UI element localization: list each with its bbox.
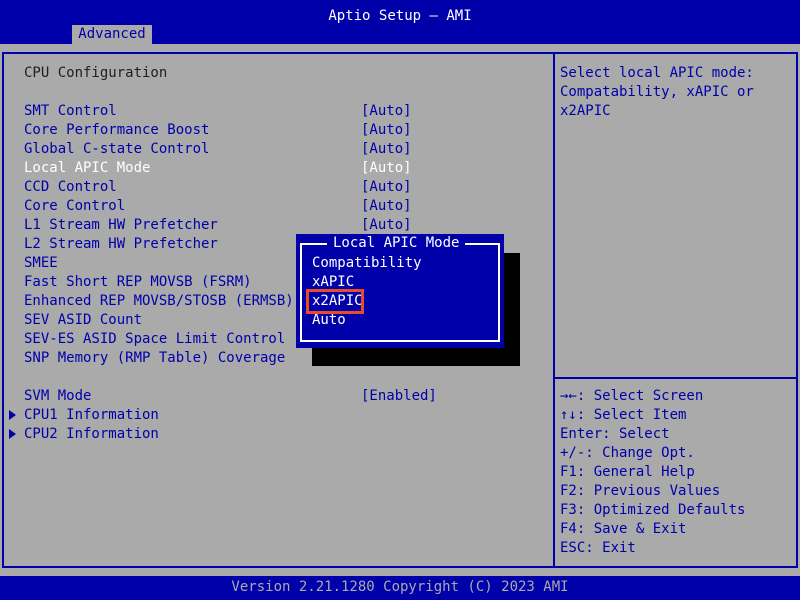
key-help-enter: Enter: Select (560, 426, 670, 442)
popup-title: Local APIC Mode (327, 234, 466, 253)
setting-l2-stream-hw-prefetcher[interactable]: L2 Stream HW Prefetcher (24, 235, 218, 254)
key-help-f1: F1: General Help (560, 464, 695, 480)
help-line: Select local APIC mode: (560, 65, 754, 81)
setting-value[interactable]: [Auto] (361, 140, 412, 159)
app-title: Aptio Setup – AMI (328, 8, 472, 24)
setting-svm-mode[interactable]: SVM Mode (24, 387, 91, 406)
version-copyright-text: Version 2.21.1280 Copyright (C) 2023 AMI (231, 579, 569, 595)
title-bar: Aptio Setup – AMI Advanced (0, 0, 800, 44)
footer-bar: Version 2.21.1280 Copyright (C) 2023 AMI (0, 576, 800, 600)
setting-fsrm[interactable]: Fast Short REP MOVSB (FSRM) (24, 273, 252, 292)
submenu-arrow-icon (9, 410, 16, 420)
setting-core-performance-boost[interactable]: Core Performance Boost (24, 121, 209, 140)
submenu-arrow-icon (9, 429, 16, 439)
help-line: Compatability, xAPIC or (560, 84, 754, 100)
setting-snp-memory-coverage[interactable]: SNP Memory (RMP Table) Coverage (24, 349, 285, 368)
key-help-select-item: ↑↓: Select Item (560, 407, 687, 423)
setting-sev-es-asid-space-limit-control[interactable]: SEV-ES ASID Space Limit Control (24, 330, 285, 349)
setting-value[interactable]: [Auto] (361, 197, 412, 216)
setting-ccd-control[interactable]: CCD Control (24, 178, 117, 197)
submenu-cpu1-information[interactable]: CPU1 Information (24, 406, 159, 425)
submenu-cpu2-information[interactable]: CPU2 Information (24, 425, 159, 444)
setting-l1-stream-hw-prefetcher[interactable]: L1 Stream HW Prefetcher (24, 216, 218, 235)
setting-value[interactable]: [Enabled] (361, 387, 437, 406)
vertical-divider (553, 52, 555, 568)
setting-smee[interactable]: SMEE (24, 254, 58, 273)
setting-smt-control[interactable]: SMT Control (24, 102, 117, 121)
key-help-change-opt: +/-: Change Opt. (560, 445, 695, 461)
key-help-f2: F2: Previous Values (560, 483, 721, 499)
setting-local-apic-mode[interactable]: Local APIC Mode (24, 159, 150, 178)
setting-ermsb[interactable]: Enhanced REP MOVSB/STOSB (ERMSB) (24, 292, 294, 311)
setting-sev-asid-count[interactable]: SEV ASID Count (24, 311, 142, 330)
help-line: x2APIC (560, 103, 611, 119)
setting-value-selected[interactable]: [Auto] (361, 159, 412, 178)
option-compatibility[interactable]: Compatibility (312, 254, 422, 273)
setting-value[interactable]: [Auto] (361, 178, 412, 197)
key-help-f4: F4: Save & Exit (560, 521, 687, 537)
setting-value[interactable]: [Auto] (361, 216, 412, 235)
key-help-f3: F3: Optimized Defaults (560, 502, 746, 518)
section-title: CPU Configuration (24, 65, 168, 81)
setting-core-control[interactable]: Core Control (24, 197, 125, 216)
key-help-select-screen: →←: Select Screen (560, 388, 704, 404)
tab-advanced[interactable]: Advanced (72, 25, 152, 44)
setting-value[interactable]: [Auto] (361, 102, 412, 121)
help-divider (555, 377, 798, 379)
setting-value[interactable]: [Auto] (361, 121, 412, 140)
key-help-esc: ESC: Exit (560, 540, 636, 556)
option-highlight-box (306, 289, 364, 314)
setting-global-c-state-control[interactable]: Global C-state Control (24, 140, 209, 159)
